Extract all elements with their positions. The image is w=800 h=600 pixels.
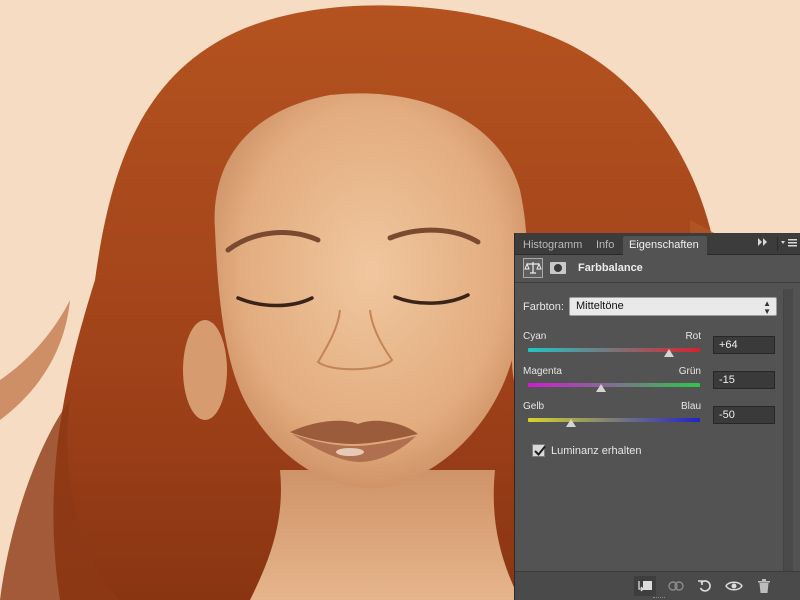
layer-mask-icon[interactable] xyxy=(548,258,568,278)
tone-select[interactable]: Mitteltöne ▲ ▼ xyxy=(569,297,777,316)
slider-magenta-label: Magenta xyxy=(523,366,562,377)
panel-scrollbar[interactable] xyxy=(783,289,793,571)
reset-icon[interactable] xyxy=(694,576,716,596)
slider-yellow-label: Gelb xyxy=(523,401,545,412)
yellow-blue-value-field[interactable]: -50 xyxy=(713,406,775,424)
panel-menu-icon[interactable] xyxy=(777,237,800,251)
cyan-red-value-field[interactable]: +64 xyxy=(713,336,775,354)
delete-trash-icon[interactable] xyxy=(753,576,775,596)
visibility-eye-icon[interactable] xyxy=(723,576,745,596)
select-arrows-icon: ▲ ▼ xyxy=(763,299,771,316)
tab-histogram[interactable]: Histogramm xyxy=(517,236,589,255)
preserve-luminosity-checkbox[interactable] xyxy=(532,444,546,457)
magenta-green-value-field[interactable]: -15 xyxy=(713,371,775,389)
magenta-green-slider-thumb[interactable] xyxy=(596,384,607,392)
properties-panel: Histogramm Info Eigenschaften Farbbalanc… xyxy=(514,233,800,600)
preserve-luminosity-label[interactable]: Luminanz erhalten xyxy=(551,445,642,457)
panel-tab-bar: Histogramm Info Eigenschaften xyxy=(515,233,800,255)
slider-blue-label: Blau xyxy=(680,401,701,412)
tone-label: Farbton: xyxy=(523,301,564,313)
panel-footer xyxy=(515,571,800,600)
slider-cyan-label: Cyan xyxy=(523,331,547,342)
cyan-red-slider-track[interactable] xyxy=(528,348,700,352)
tone-select-value: Mitteltöne xyxy=(576,300,624,312)
slider-red-label: Rot xyxy=(685,331,701,342)
checkmark-icon xyxy=(534,445,546,456)
slider-green-label: Grün xyxy=(678,366,701,377)
magenta-green-slider-track[interactable] xyxy=(528,383,700,387)
yellow-blue-slider-track[interactable] xyxy=(528,418,700,422)
color-balance-icon[interactable] xyxy=(523,258,543,278)
adjustment-title: Farbbalance xyxy=(578,262,643,274)
double-chevron-right-icon[interactable] xyxy=(755,237,771,251)
properties-header: Farbbalance xyxy=(515,255,800,283)
clip-to-layer-icon[interactable] xyxy=(634,576,656,596)
tab-properties[interactable]: Eigenschaften xyxy=(623,236,707,255)
tab-info[interactable]: Info xyxy=(590,236,622,255)
view-previous-state-icon[interactable] xyxy=(665,576,687,596)
cyan-red-slider-thumb[interactable] xyxy=(664,349,675,357)
yellow-blue-slider-thumb[interactable] xyxy=(566,419,576,427)
